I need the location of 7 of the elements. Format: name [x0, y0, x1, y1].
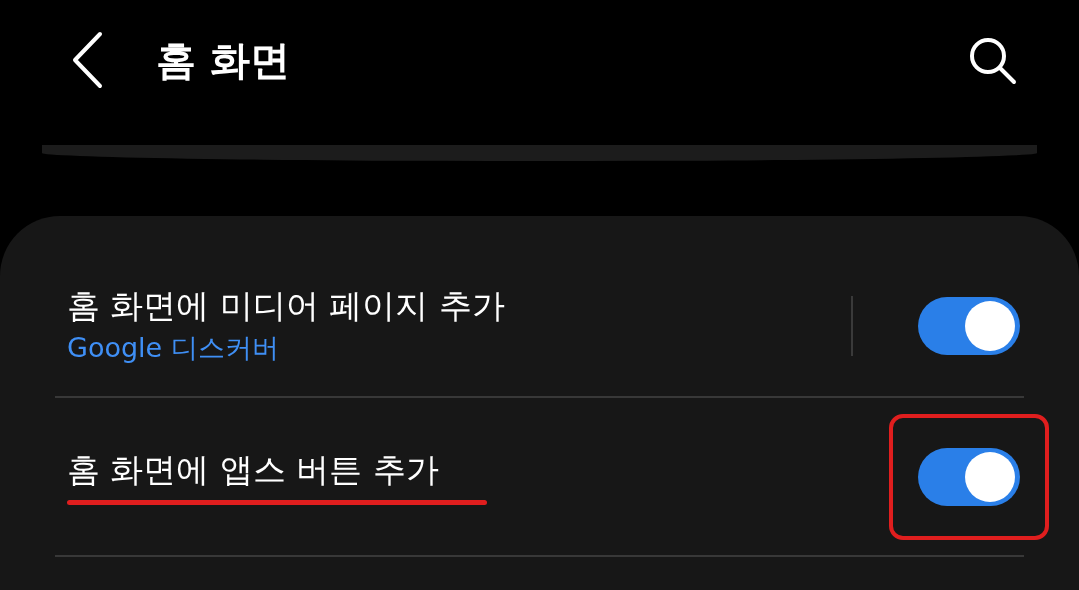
search-icon[interactable]	[967, 35, 1017, 85]
setting-title: 홈 화면에 앱스 버튼 추가	[67, 449, 439, 491]
setting-title: 홈 화면에 미디어 페이지 추가	[67, 285, 505, 327]
toggle-switch[interactable]	[918, 297, 1020, 355]
toggle-switch[interactable]	[918, 447, 1020, 506]
setting-subtitle: Google 디스커버	[67, 331, 280, 365]
page-title: 홈 화면	[156, 36, 290, 85]
